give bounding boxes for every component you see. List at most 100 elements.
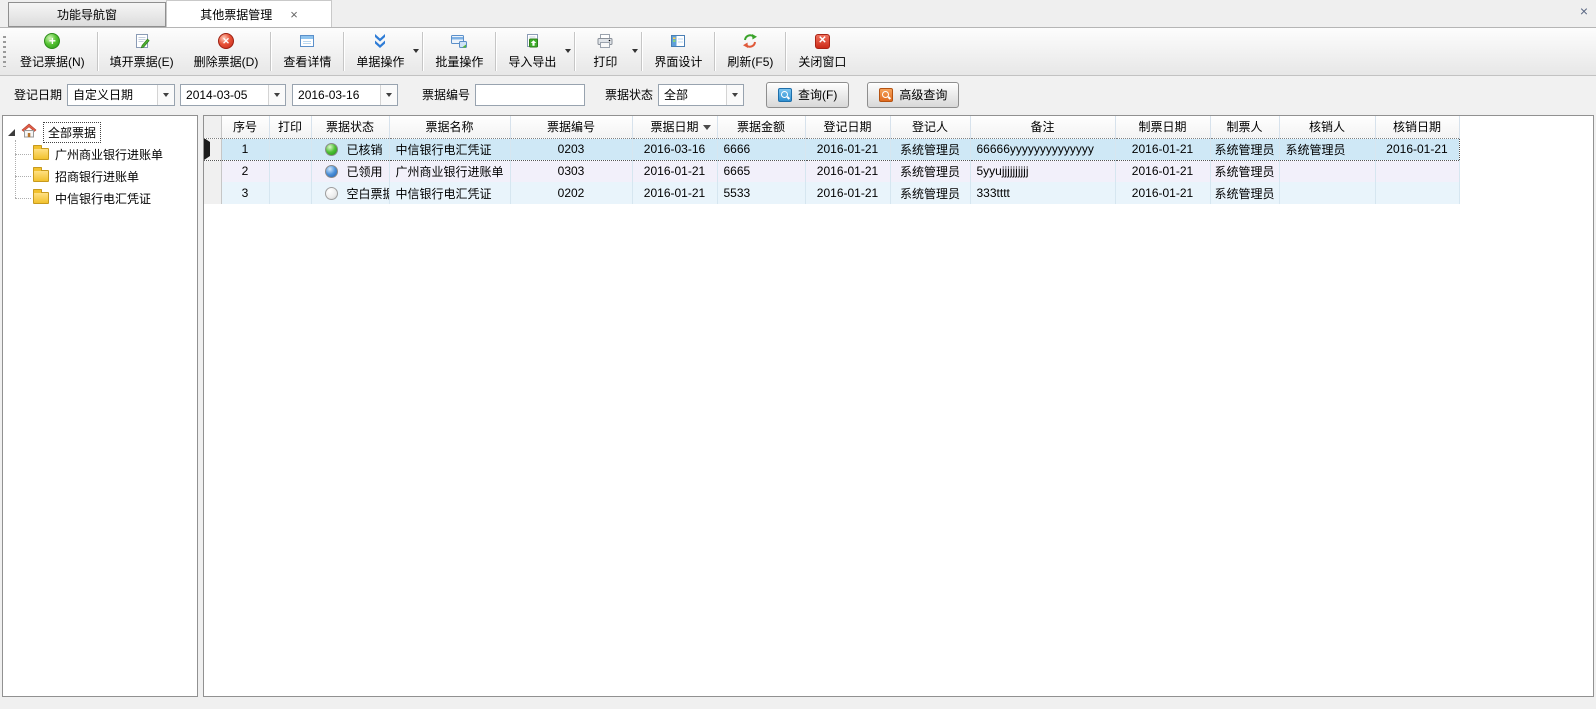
tab-other-bill-management[interactable]: 其他票据管理 × — [166, 0, 332, 27]
date-to-value: 2016-03-16 — [293, 88, 380, 102]
folder-icon — [33, 170, 49, 182]
cell-print — [269, 160, 311, 182]
cell-no: 0202 — [510, 182, 632, 204]
advanced-query-button[interactable]: 高级查询 — [867, 82, 959, 108]
date-from-combobox[interactable]: 2014-03-05 — [180, 84, 286, 106]
tree-item-label: 招商银行进账单 — [55, 168, 139, 185]
batch-operations-button[interactable]: 批量操作 — [425, 28, 493, 75]
column-header-make-date[interactable]: 制票日期 — [1115, 116, 1210, 138]
bill-status-value: 全部 — [659, 86, 726, 103]
ui-design-window-icon — [670, 32, 686, 50]
document-operations-button[interactable]: 单据操作 — [346, 28, 420, 75]
table-row[interactable]: 2 已领用 广州商业银行进账单 0303 2016-01-21 6665 201… — [204, 160, 1459, 182]
toolbar-grip[interactable] — [3, 36, 6, 67]
chevron-down-icon[interactable] — [157, 85, 174, 105]
table-header-row: 序号 打印 票据状态 票据名称 票据编号 票据日期 票据金额 登记日期 登记人 … — [204, 116, 1459, 138]
cell-status: 已核销 — [311, 138, 389, 160]
row-indicator-header — [204, 116, 221, 138]
tree-item-zhaoshang-bank[interactable]: 招商银行进账单 — [3, 165, 197, 187]
bill-status-label: 票据状态 — [605, 86, 653, 103]
column-header-make-user[interactable]: 制票人 — [1210, 116, 1279, 138]
cell-reg-user: 系统管理员 — [890, 182, 970, 204]
fill-bill-button[interactable]: 填开票据(E) — [100, 28, 184, 75]
tab-label: 功能导航窗 — [57, 6, 117, 23]
bill-category-tree-panel: 全部票据 广州商业银行进账单 招商银行进账单 中信银行电汇凭证 — [2, 115, 198, 697]
print-button[interactable]: 打印 — [577, 28, 639, 75]
table-row[interactable]: 1 已核销 中信银行电汇凭证 0203 2016-03-16 6666 2016… — [204, 138, 1459, 160]
delete-circle-icon: ✕ — [218, 32, 234, 50]
toolbar-separator — [641, 32, 642, 71]
register-bill-button[interactable]: + 登记票据(N) — [10, 28, 95, 75]
chevron-down-icon[interactable] — [380, 85, 397, 105]
refresh-button[interactable]: 刷新(F5) — [717, 28, 783, 75]
tree-expander-icon[interactable] — [8, 129, 15, 136]
column-header-print[interactable]: 打印 — [269, 116, 311, 138]
cell-make-user: 系统管理员 — [1210, 160, 1279, 182]
cell-make-date: 2016-01-21 — [1115, 160, 1210, 182]
date-to-combobox[interactable]: 2016-03-16 — [292, 84, 398, 106]
cell-date: 2016-01-21 — [632, 182, 717, 204]
home-icon — [21, 123, 37, 141]
column-header-verify-user[interactable]: 核销人 — [1279, 116, 1375, 138]
import-export-doc-icon — [524, 32, 540, 50]
tab-label: 其他票据管理 — [200, 6, 272, 23]
date-type-combobox[interactable]: 自定义日期 — [67, 84, 175, 106]
import-export-button[interactable]: 导入导出 — [498, 28, 572, 75]
cell-verify-user: 系统管理员 — [1279, 138, 1375, 160]
window-close-icon[interactable]: × — [1580, 4, 1588, 18]
status-blank-icon — [325, 187, 338, 200]
bill-table: 序号 打印 票据状态 票据名称 票据编号 票据日期 票据金额 登记日期 登记人 … — [204, 116, 1460, 204]
cell-seq: 3 — [221, 182, 269, 204]
cell-make-date: 2016-01-21 — [1115, 138, 1210, 160]
column-header-amount[interactable]: 票据金额 — [717, 116, 805, 138]
tree-item-label: 中信银行电汇凭证 — [55, 190, 151, 207]
filter-bar: 登记日期 自定义日期 2014-03-05 2016-03-16 票据编号 票据… — [0, 76, 1596, 113]
date-from-value: 2014-03-05 — [181, 88, 268, 102]
bill-number-label: 票据编号 — [422, 86, 470, 103]
refresh-arrows-icon — [742, 32, 758, 50]
dropdown-caret-icon[interactable] — [413, 49, 419, 53]
tab-function-navigation[interactable]: 功能导航窗 — [8, 2, 166, 27]
close-window-button[interactable]: ✕ 关闭窗口 — [788, 28, 856, 75]
column-header-reg-date[interactable]: 登记日期 — [805, 116, 890, 138]
column-header-no[interactable]: 票据编号 — [510, 116, 632, 138]
delete-bill-button[interactable]: ✕ 删除票据(D) — [184, 28, 269, 75]
bill-number-input[interactable] — [475, 84, 585, 106]
folder-icon — [33, 192, 49, 204]
tree-item-zhongxin-bank[interactable]: 中信银行电汇凭证 — [3, 187, 197, 209]
detail-form-icon — [299, 32, 315, 50]
edit-document-icon — [134, 32, 150, 50]
query-button[interactable]: 查询(F) — [766, 82, 849, 108]
toolbar-separator — [270, 32, 271, 71]
bill-status-combobox[interactable]: 全部 — [658, 84, 744, 106]
cell-reg-date: 2016-01-21 — [805, 160, 890, 182]
tree-item-guangzhou-bank[interactable]: 广州商业银行进账单 — [3, 143, 197, 165]
toolbar-separator — [422, 32, 423, 71]
view-detail-button[interactable]: 查看详情 — [273, 28, 341, 75]
toolbar-separator — [495, 32, 496, 71]
column-header-status[interactable]: 票据状态 — [311, 116, 389, 138]
column-header-remark[interactable]: 备注 — [970, 116, 1115, 138]
tab-close-icon[interactable]: × — [290, 8, 298, 21]
current-row-indicator — [204, 138, 221, 160]
table-row[interactable]: 3 空白票据 中信银行电汇凭证 0202 2016-01-21 5533 201… — [204, 182, 1459, 204]
main-area: 全部票据 广州商业银行进账单 招商银行进账单 中信银行电汇凭证 — [2, 115, 1594, 697]
chevron-down-icon[interactable] — [726, 85, 743, 105]
ui-design-button[interactable]: 界面设计 — [644, 28, 712, 75]
cell-verify-date — [1375, 182, 1459, 204]
dropdown-caret-icon[interactable] — [565, 49, 571, 53]
column-header-seq[interactable]: 序号 — [221, 116, 269, 138]
tree-root-all-bills[interactable]: 全部票据 — [3, 121, 197, 143]
cell-name: 中信银行电汇凭证 — [389, 182, 510, 204]
cell-date: 2016-03-16 — [632, 138, 717, 160]
cell-remark: 333tttt — [970, 182, 1115, 204]
cell-status: 已领用 — [311, 160, 389, 182]
dropdown-caret-icon[interactable] — [632, 49, 638, 53]
column-header-name[interactable]: 票据名称 — [389, 116, 510, 138]
current-row-arrow-icon — [204, 138, 210, 160]
column-header-reg-user[interactable]: 登记人 — [890, 116, 970, 138]
chevron-down-icon[interactable] — [268, 85, 285, 105]
cell-remark: 5yyujjjjjjjjjj — [970, 160, 1115, 182]
column-header-verify-date[interactable]: 核销日期 — [1375, 116, 1459, 138]
column-header-date[interactable]: 票据日期 — [632, 116, 717, 138]
